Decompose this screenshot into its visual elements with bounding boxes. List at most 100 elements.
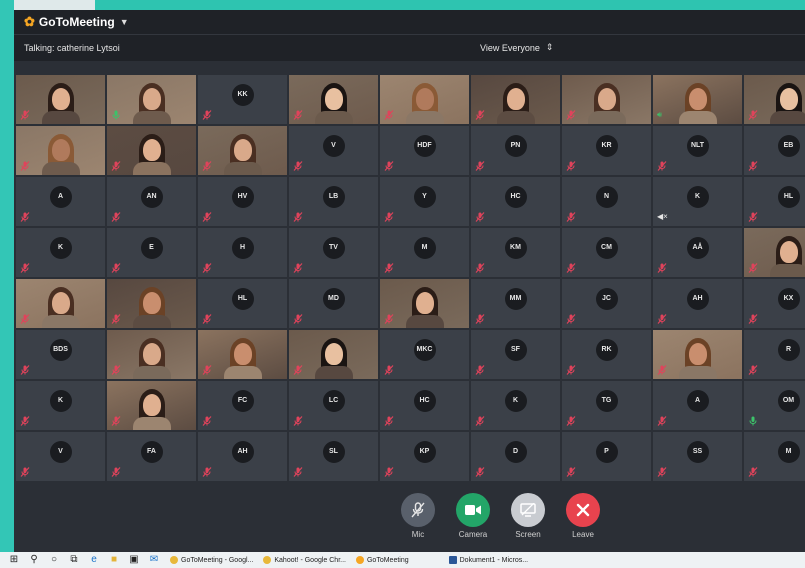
participant-tile[interactable]: HC [471, 177, 560, 226]
participant-tile[interactable]: BDS [16, 330, 105, 379]
participant-body [133, 366, 171, 379]
participant-tile[interactable]: KR [562, 126, 651, 175]
participant-video-tile[interactable] [107, 279, 196, 328]
participant-video-tile[interactable] [107, 75, 196, 124]
participant-tile[interactable]: LC [289, 381, 378, 430]
participant-tile[interactable]: MD [289, 279, 378, 328]
participant-tile[interactable]: MKC [380, 330, 469, 379]
participant-tile[interactable]: A [653, 381, 742, 430]
participant-tile[interactable]: D [471, 432, 560, 481]
participant-video-tile[interactable]: 🔊︎ [653, 75, 742, 124]
participant-tile[interactable]: M [744, 432, 805, 481]
participant-tile[interactable]: TV [289, 228, 378, 277]
participant-tile[interactable]: HL [744, 177, 805, 226]
participant-tile[interactable]: K [16, 381, 105, 430]
mic-muted-icon [475, 263, 485, 273]
participant-tile[interactable]: KX [744, 279, 805, 328]
participant-video-tile[interactable] [107, 126, 196, 175]
participant-video-tile[interactable] [198, 126, 287, 175]
mic-muted-icon [293, 263, 303, 273]
taskbar-item-kahoot-chrome[interactable]: Kahoot! - Google Chr... [263, 556, 346, 564]
participant-tile[interactable]: K ◀× [653, 177, 742, 226]
taskbar-item-gotomeeting-app[interactable]: GoToMeeting [355, 556, 409, 564]
participant-tile[interactable]: A [16, 177, 105, 226]
participant-video-tile[interactable] [289, 330, 378, 379]
participant-tile[interactable]: AH [198, 432, 287, 481]
taskbar-item-word[interactable]: Dokument1 - Micros... [448, 556, 528, 564]
search-icon[interactable]: ⚲ [28, 554, 40, 566]
participant-tile[interactable]: KM [471, 228, 560, 277]
participant-tile[interactable]: E [107, 228, 196, 277]
participant-tile[interactable]: SS [653, 432, 742, 481]
participant-video-tile[interactable] [471, 75, 560, 124]
participant-tile[interactable]: H [198, 228, 287, 277]
screen-button[interactable]: Screen [508, 493, 548, 539]
participant-tile[interactable]: K [16, 228, 105, 277]
participant-tile[interactable]: RK [562, 330, 651, 379]
participant-tile[interactable]: AÅ [653, 228, 742, 277]
participant-tile[interactable]: HV [198, 177, 287, 226]
participant-video-tile[interactable] [562, 75, 651, 124]
participant-video-tile[interactable] [16, 279, 105, 328]
participant-video-tile[interactable] [198, 330, 287, 379]
participant-initials: KM [504, 236, 527, 259]
participant-tile[interactable]: MM [471, 279, 560, 328]
participant-tile[interactable]: PN [471, 126, 560, 175]
task-view-icon[interactable]: ⧉ [68, 554, 80, 566]
mic-muted-icon [566, 161, 576, 171]
participant-tile[interactable]: P [562, 432, 651, 481]
participant-video-tile[interactable] [16, 75, 105, 124]
participant-initials: H [231, 236, 254, 259]
participant-video-tile[interactable] [16, 126, 105, 175]
participant-video-tile[interactable] [380, 279, 469, 328]
mic-muted-icon [111, 467, 121, 477]
taskbar-item-gotomeeting-chrome[interactable]: GoToMeeting - Googl... [170, 556, 253, 564]
participant-video-tile[interactable] [744, 75, 805, 124]
windows-start-icon[interactable]: ⊞ [8, 554, 20, 566]
participant-tile[interactable]: KP [380, 432, 469, 481]
participant-tile[interactable]: FC [198, 381, 287, 430]
participant-tile[interactable]: FA [107, 432, 196, 481]
participant-tile[interactable]: HDF [380, 126, 469, 175]
participant-tile[interactable]: V [289, 126, 378, 175]
participant-tile[interactable]: LB [289, 177, 378, 226]
leave-button[interactable]: Leave [563, 493, 603, 539]
participant-video-tile[interactable] [289, 75, 378, 124]
participant-tile[interactable]: HL [198, 279, 287, 328]
participant-body [133, 315, 171, 328]
participant-video-tile[interactable] [380, 75, 469, 124]
participant-tile[interactable]: V [16, 432, 105, 481]
participant-tile[interactable]: AH [653, 279, 742, 328]
app-menu[interactable]: ✿ GoToMeeting ▼ [24, 14, 129, 30]
view-mode-selector[interactable]: View Everyone ⇕ [480, 42, 553, 53]
participant-tile[interactable]: CM [562, 228, 651, 277]
participant-video-tile[interactable] [107, 330, 196, 379]
participant-tile[interactable]: N [562, 177, 651, 226]
mail-icon[interactable]: ✉ [148, 554, 160, 566]
participant-tile[interactable]: AN [107, 177, 196, 226]
participant-tile[interactable]: JC [562, 279, 651, 328]
edge-icon[interactable]: e [88, 554, 100, 566]
participant-tile[interactable]: R [744, 330, 805, 379]
file-explorer-icon[interactable]: ■ [108, 554, 120, 566]
participant-tile[interactable]: HC [380, 381, 469, 430]
store-icon[interactable]: ▣ [128, 554, 140, 566]
participant-tile[interactable]: TG [562, 381, 651, 430]
participant-tile[interactable]: SF [471, 330, 560, 379]
participant-video-tile[interactable] [744, 228, 805, 277]
participant-body [42, 162, 80, 175]
participant-tile[interactable]: K [471, 381, 560, 430]
participant-tile[interactable]: Y [380, 177, 469, 226]
camera-button[interactable]: Camera [453, 493, 493, 539]
mic-button[interactable]: Mic [398, 493, 438, 539]
participant-tile[interactable]: KK [198, 75, 287, 124]
participant-tile[interactable]: NLT [653, 126, 742, 175]
participant-tile[interactable]: SL [289, 432, 378, 481]
participant-tile[interactable]: M [380, 228, 469, 277]
participant-tile[interactable]: OM [744, 381, 805, 430]
cortana-icon[interactable]: ○ [48, 554, 60, 566]
participant-tile[interactable]: EB [744, 126, 805, 175]
camera-icon [456, 493, 490, 527]
participant-video-tile[interactable] [107, 381, 196, 430]
participant-video-tile[interactable] [653, 330, 742, 379]
